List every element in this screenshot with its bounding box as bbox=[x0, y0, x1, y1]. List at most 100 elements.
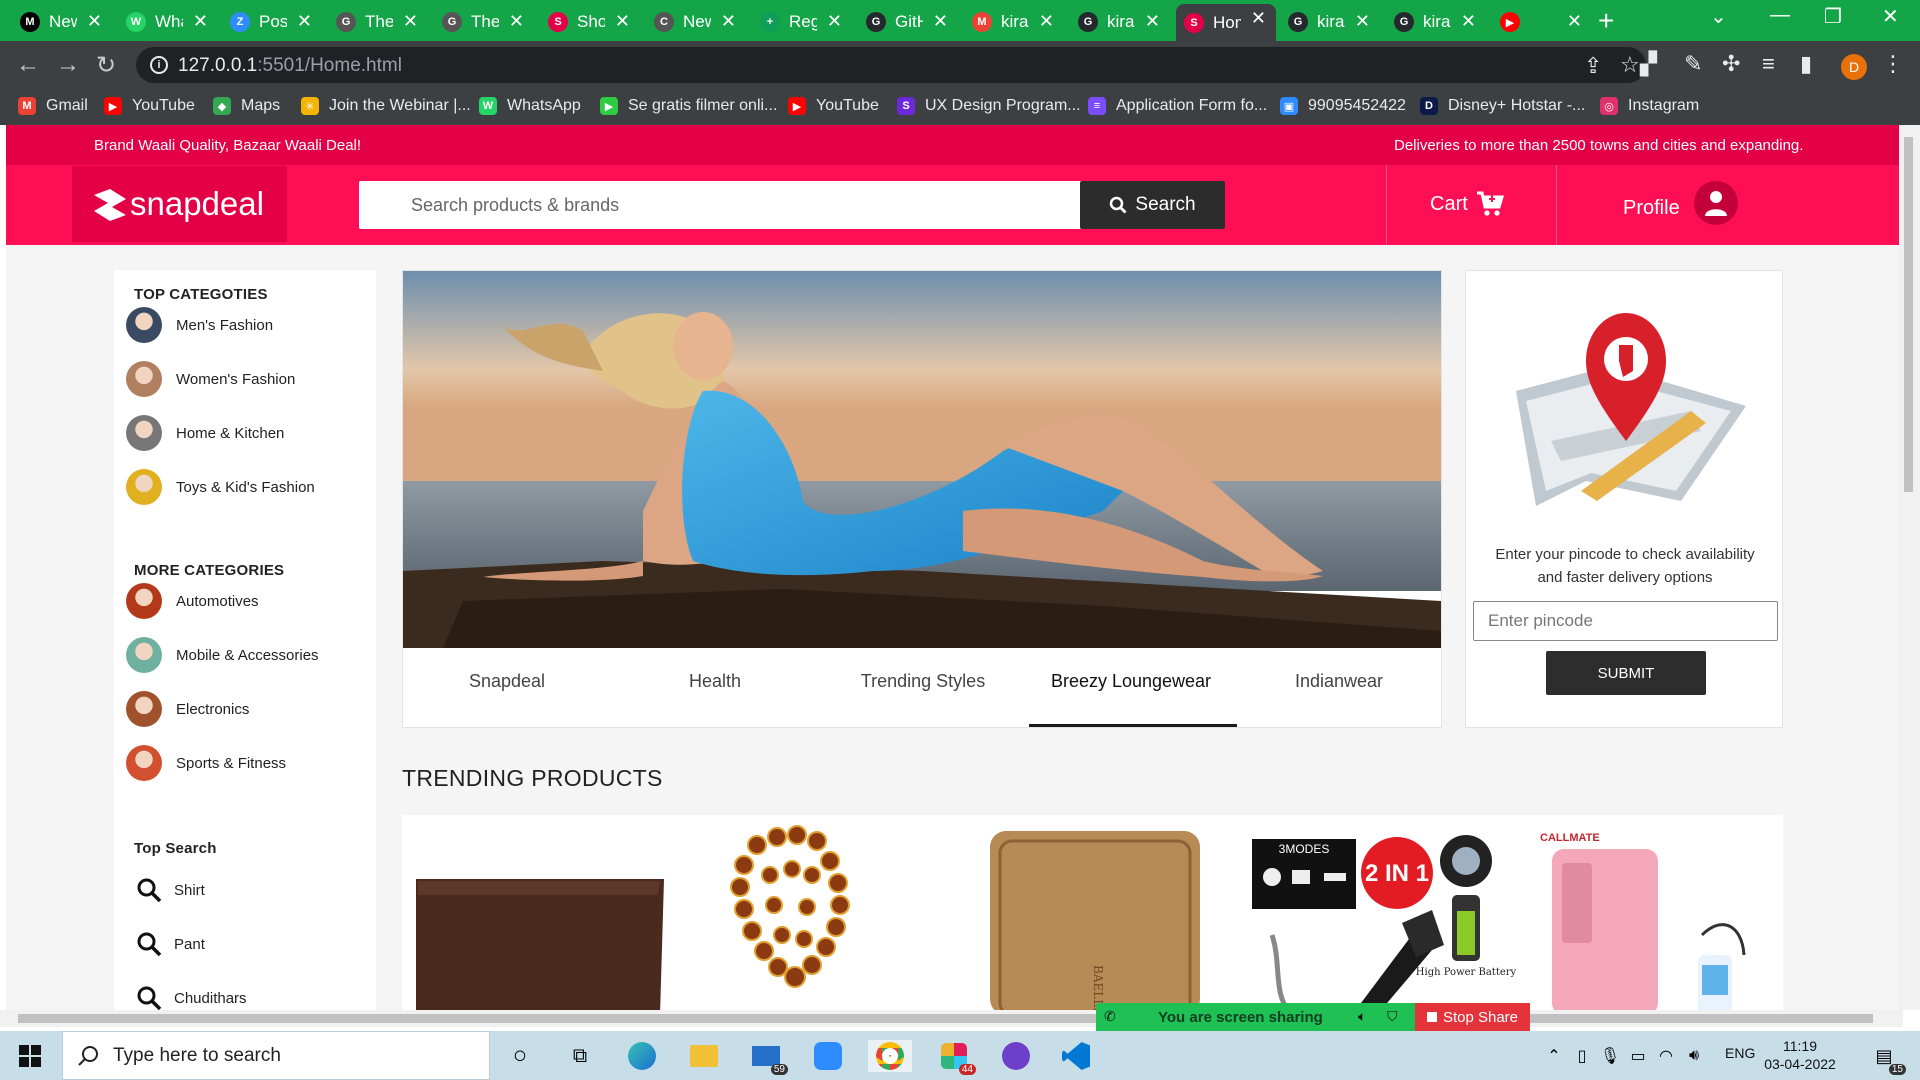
banner-tab[interactable]: Indianwear bbox=[1235, 671, 1443, 692]
site-info-icon[interactable]: i bbox=[150, 56, 168, 74]
address-bar[interactable]: i 127.0.0.1:5501/Home.html ⇪ ☆ bbox=[136, 47, 1646, 83]
slack-icon[interactable]: 44 bbox=[938, 1040, 976, 1075]
restore-icon[interactable]: ❐ bbox=[1824, 4, 1842, 29]
media-queue-icon[interactable]: ≡ bbox=[1762, 51, 1775, 77]
close-tab-icon[interactable]: ✕ bbox=[87, 11, 102, 32]
profile-button[interactable]: Profile bbox=[1623, 181, 1738, 225]
bookmark-item[interactable]: ◎ Instagram bbox=[1600, 97, 1699, 115]
extensions-puzzle-icon[interactable]: ✣ bbox=[1722, 51, 1740, 77]
horizontal-scrollbar[interactable] bbox=[0, 1010, 1903, 1027]
close-tab-icon[interactable]: ✕ bbox=[1039, 11, 1054, 32]
banner-image[interactable] bbox=[403, 271, 1441, 648]
close-tab-icon[interactable]: ✕ bbox=[827, 11, 842, 32]
product-card-brown-wallet[interactable] bbox=[416, 879, 664, 1010]
category-item[interactable]: Women's Fashion bbox=[126, 359, 295, 399]
url-text[interactable]: 127.0.0.1:5501/Home.html bbox=[178, 55, 402, 77]
browser-tab[interactable]: S Home ✕ bbox=[1176, 4, 1276, 41]
forward-icon[interactable]: → bbox=[56, 51, 80, 79]
bookmark-item[interactable]: D Disney+ Hotstar -... bbox=[1420, 97, 1585, 115]
bookmark-item[interactable]: ▣ 99095452422 bbox=[1280, 97, 1406, 115]
reload-icon[interactable]: ↻ bbox=[96, 51, 116, 80]
category-item[interactable]: Automotives bbox=[126, 581, 259, 621]
browser-tab[interactable]: C New ✕ bbox=[646, 7, 746, 37]
search-button[interactable]: Search bbox=[1080, 181, 1225, 229]
close-tab-icon[interactable]: ✕ bbox=[1461, 11, 1476, 32]
category-item[interactable]: Electronics bbox=[126, 689, 249, 729]
close-tab-icon[interactable]: ✕ bbox=[721, 11, 736, 32]
cart-button[interactable]: Cart bbox=[1430, 191, 1504, 217]
vscode-icon[interactable] bbox=[1060, 1040, 1092, 1072]
category-item[interactable]: Toys & Kid's Fashion bbox=[126, 467, 315, 507]
close-tab-icon[interactable]: ✕ bbox=[1567, 11, 1582, 32]
pincode-submit-button[interactable]: SUBMIT bbox=[1546, 651, 1706, 695]
browser-tab[interactable]: G The ✕ bbox=[328, 7, 428, 37]
bookmark-item[interactable]: W WhatsApp bbox=[479, 97, 581, 115]
volume-icon[interactable]: 🔊︎ bbox=[1678, 1040, 1710, 1072]
browser-tab[interactable]: G GitHub ✕ bbox=[858, 7, 958, 37]
bookmark-item[interactable]: ▶ Se gratis filmer onli... bbox=[600, 97, 777, 115]
browser-tab[interactable]: ▶ ✕ bbox=[1492, 7, 1592, 37]
bookmark-star-icon[interactable]: ☆ bbox=[1620, 52, 1640, 78]
browser-tab[interactable]: Mkira ✕ bbox=[964, 7, 1064, 37]
browser-tab[interactable]: Z Post ✕ bbox=[222, 7, 322, 37]
clock[interactable]: 11:19 03-04-2022 bbox=[1762, 1037, 1838, 1073]
chrome-icon[interactable] bbox=[868, 1040, 912, 1072]
horizontal-scrollbar-thumb[interactable] bbox=[18, 1014, 1873, 1023]
edge-icon[interactable] bbox=[626, 1040, 658, 1072]
close-tab-icon[interactable]: ✕ bbox=[615, 11, 630, 32]
extension-pen-icon[interactable]: ✎ bbox=[1684, 51, 1702, 77]
close-tab-icon[interactable]: ✕ bbox=[1355, 11, 1370, 32]
browser-tab[interactable]: W WhatsApp ✕ bbox=[118, 7, 218, 37]
new-tab-button[interactable]: + bbox=[1598, 5, 1614, 37]
top-search-item[interactable]: Chudithars bbox=[136, 985, 247, 1010]
bookmark-item[interactable]: ◆ Maps bbox=[213, 97, 280, 115]
category-item[interactable]: Home & Kitchen bbox=[126, 413, 284, 453]
file-explorer-icon[interactable] bbox=[688, 1040, 720, 1072]
close-tab-icon[interactable]: ✕ bbox=[193, 11, 208, 32]
bookmark-item[interactable]: S UX Design Program... bbox=[897, 97, 1081, 115]
taskbar-search-box[interactable]: Type here to search bbox=[62, 1031, 490, 1080]
product-card-tan-wallet[interactable]: BAELLERRY bbox=[990, 831, 1200, 1010]
browser-tab[interactable]: S Shop ✕ bbox=[540, 7, 640, 37]
close-tab-icon[interactable]: ✕ bbox=[1251, 8, 1266, 29]
close-tab-icon[interactable]: ✕ bbox=[509, 11, 524, 32]
extension-chart-icon[interactable]: ▞ bbox=[1640, 51, 1657, 77]
category-item[interactable]: Mobile & Accessories bbox=[126, 635, 319, 675]
snapdeal-logo[interactable]: snapdeal bbox=[72, 166, 287, 242]
browser-tab[interactable]: Gkira ✕ bbox=[1070, 7, 1170, 37]
browser-tab[interactable]: G The ✕ bbox=[434, 7, 534, 37]
top-search-item[interactable]: Shirt bbox=[136, 877, 205, 903]
browser-profile-avatar[interactable]: D bbox=[1841, 54, 1867, 80]
github-desktop-icon[interactable] bbox=[1000, 1040, 1032, 1072]
browser-tab[interactable]: + Reg ✕ bbox=[752, 7, 852, 37]
notifications-icon[interactable]: ▤ 15 bbox=[1868, 1040, 1906, 1075]
close-window-icon[interactable]: ✕ bbox=[1882, 4, 1899, 29]
close-tab-icon[interactable]: ✕ bbox=[933, 11, 948, 32]
browser-tab[interactable]: Gkira ✕ bbox=[1386, 7, 1486, 37]
share-icon[interactable]: ⇪ bbox=[1584, 53, 1602, 79]
back-icon[interactable]: ← bbox=[16, 51, 40, 79]
tab-search-icon[interactable]: ⌄ bbox=[1710, 4, 1727, 29]
bookmark-item[interactable]: ▶ YouTube bbox=[104, 97, 195, 115]
side-panel-icon[interactable]: ▮ bbox=[1800, 51, 1812, 77]
mail-icon[interactable]: 59 bbox=[750, 1040, 788, 1075]
windows-start-icon[interactable] bbox=[14, 1040, 46, 1072]
close-tab-icon[interactable]: ✕ bbox=[297, 11, 312, 32]
vertical-scrollbar[interactable] bbox=[1899, 125, 1920, 1010]
category-item[interactable]: Sports & Fitness bbox=[126, 743, 286, 783]
top-search-item[interactable]: Pant bbox=[136, 931, 205, 957]
bookmark-item[interactable]: M Gmail bbox=[18, 97, 88, 115]
banner-tab[interactable]: Health bbox=[611, 671, 819, 692]
close-tab-icon[interactable]: ✕ bbox=[1145, 11, 1160, 32]
pincode-input[interactable] bbox=[1473, 601, 1778, 641]
minimize-icon[interactable]: — bbox=[1770, 4, 1790, 27]
stop-share-button[interactable]: Stop Share bbox=[1415, 1003, 1530, 1031]
search-input[interactable] bbox=[359, 181, 1084, 229]
close-tab-icon[interactable]: ✕ bbox=[403, 11, 418, 32]
speaker-icon[interactable]: 🔈︎ bbox=[1358, 1008, 1366, 1025]
category-item[interactable]: Men's Fashion bbox=[126, 305, 273, 345]
input-language[interactable]: ENG bbox=[1725, 1045, 1755, 1061]
vertical-scrollbar-thumb[interactable] bbox=[1904, 137, 1913, 492]
cortana-icon[interactable]: ○ bbox=[504, 1040, 536, 1072]
bookmark-item[interactable]: ✳ Join the Webinar |... bbox=[301, 97, 471, 115]
